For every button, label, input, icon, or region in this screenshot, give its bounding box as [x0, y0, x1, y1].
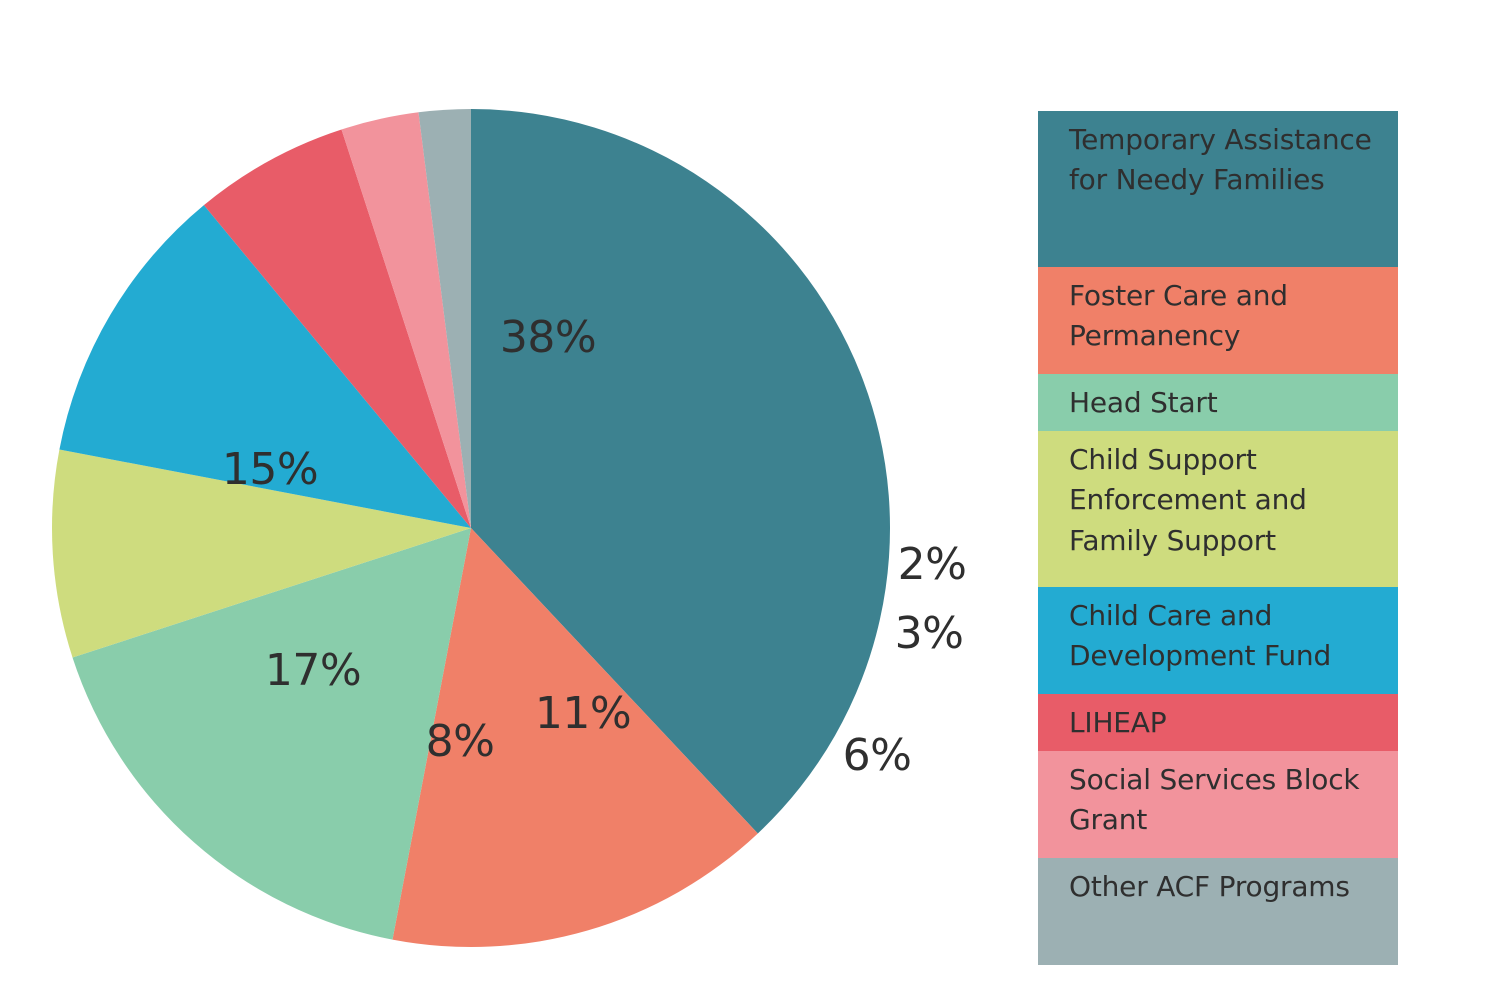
- pie-slice-value-label: 3%: [894, 608, 964, 659]
- legend-item-label: LIHEAP: [1069, 706, 1167, 739]
- legend-item[interactable]: Other ACF Programs: [1038, 858, 1398, 965]
- legend-item[interactable]: Temporary Assistance for Needy Families: [1038, 111, 1398, 267]
- pie-slices-svg: [52, 109, 891, 948]
- legend-item-label: Foster Care and Permanency: [1069, 279, 1288, 353]
- chart-legend: Temporary Assistance for Needy Families F…: [1038, 111, 1398, 965]
- pie-chart-plot-area: 38% 15% 17% 8% 11% 6% 3% 2%: [0, 0, 1010, 996]
- pie-slice-value-label: 17%: [264, 645, 362, 696]
- pie-slice-value-label: 15%: [221, 444, 319, 495]
- legend-item-label: Child Support Enforcement and Family Sup…: [1069, 443, 1307, 557]
- legend-item-label: Temporary Assistance for Needy Families: [1069, 123, 1372, 197]
- legend-item-label: Head Start: [1069, 386, 1218, 419]
- legend-item-label: Other ACF Programs: [1069, 870, 1350, 903]
- legend-item[interactable]: Head Start: [1038, 374, 1398, 431]
- legend-item-label: Child Care and Development Fund: [1069, 599, 1332, 673]
- legend-item[interactable]: Social Services Block Grant: [1038, 751, 1398, 858]
- legend-item-label: Social Services Block Grant: [1069, 763, 1360, 837]
- pie-chart-figure: 38% 15% 17% 8% 11% 6% 3% 2% Temporary Assistanc…: [0, 0, 1500, 996]
- pie-slice-value-label: 6%: [842, 730, 912, 781]
- pie-slice-value-label: 8%: [425, 716, 495, 767]
- pie-slice-value-label: 38%: [499, 312, 597, 363]
- pie-slice-value-label: 2%: [897, 539, 967, 590]
- legend-item[interactable]: LIHEAP: [1038, 694, 1398, 751]
- pie-slice-value-label: 11%: [534, 688, 632, 739]
- pie-slice-group: [52, 109, 891, 948]
- legend-item[interactable]: Foster Care and Permanency: [1038, 267, 1398, 374]
- legend-item[interactable]: Child Support Enforcement and Family Sup…: [1038, 431, 1398, 587]
- legend-item[interactable]: Child Care and Development Fund: [1038, 587, 1398, 694]
